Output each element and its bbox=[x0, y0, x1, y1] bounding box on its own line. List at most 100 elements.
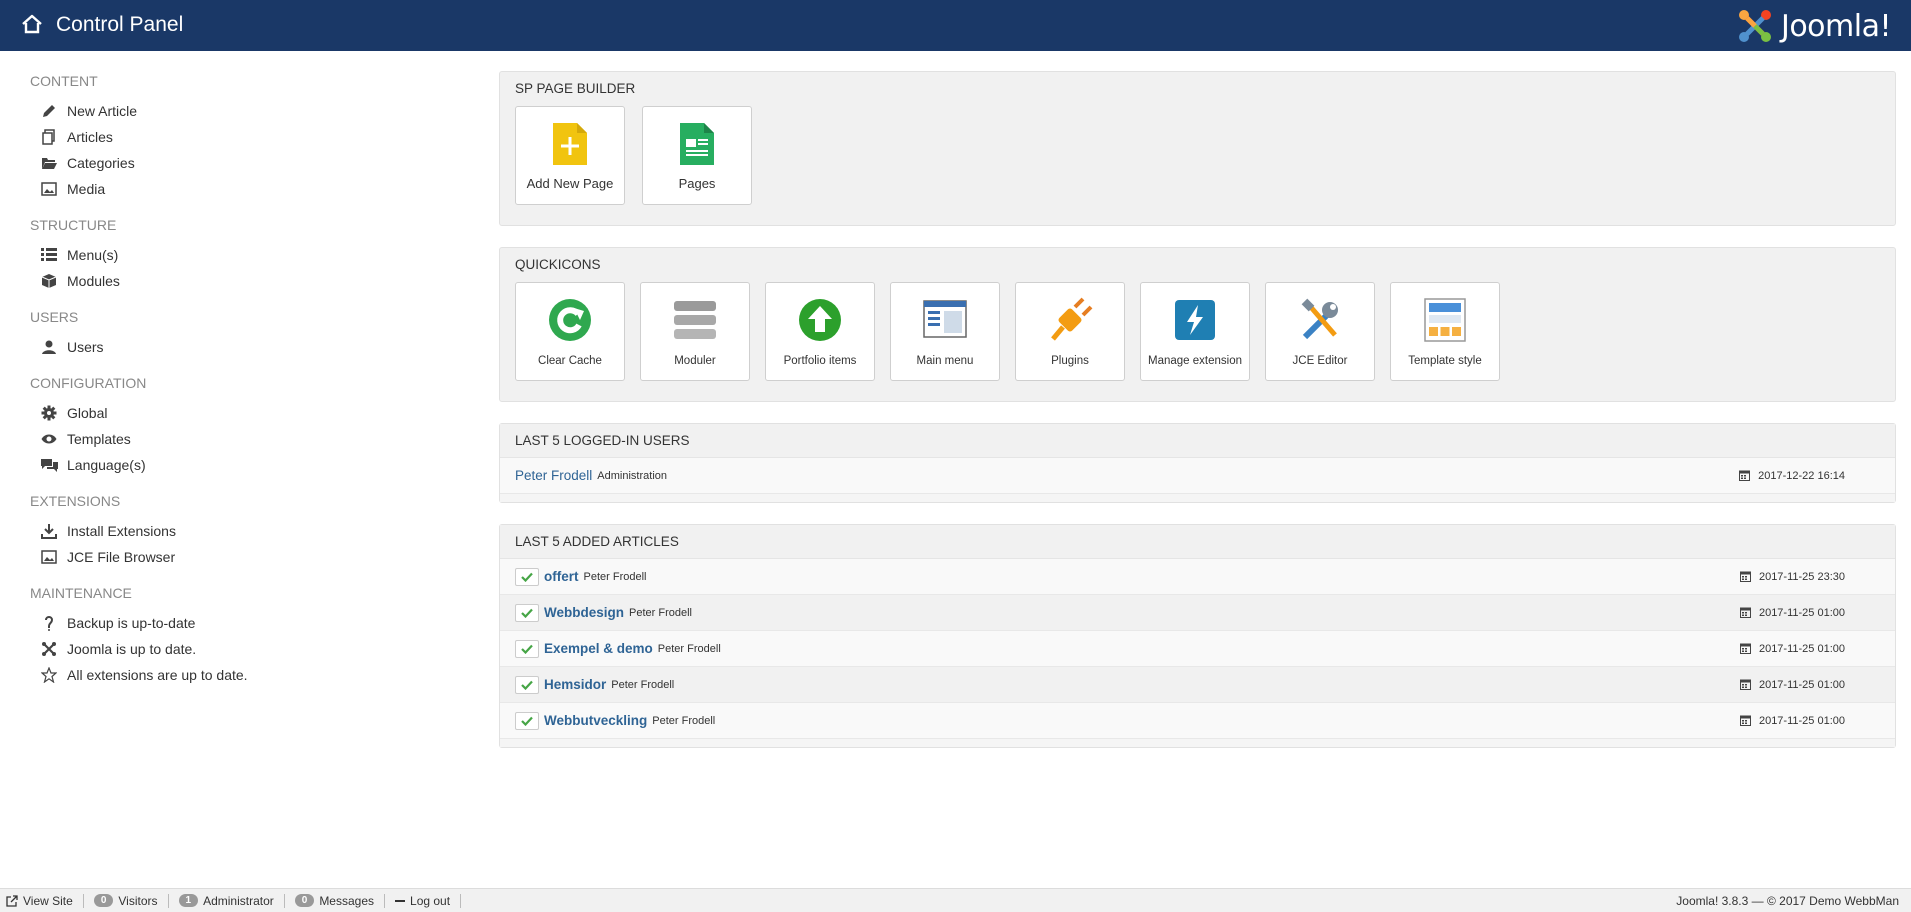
sidebar-section-title: USERS bbox=[30, 309, 79, 325]
sidebar-item-label: Global bbox=[67, 405, 108, 421]
jce-editor-button[interactable]: JCE Editor bbox=[1265, 282, 1375, 381]
sidebar-section-extensions: EXTENSIONS Install Extensions JCE File B… bbox=[30, 490, 450, 570]
user-client: Administration bbox=[597, 469, 667, 482]
date-text: 2017-11-25 01:00 bbox=[1758, 714, 1845, 727]
administrator-status[interactable]: 1 Administrator bbox=[169, 893, 285, 908]
sidebar-item-global[interactable]: Global bbox=[30, 400, 450, 426]
sidebar-item-backup[interactable]: Backup is up-to-date bbox=[30, 610, 450, 636]
login-date: 2017-12-22 16:14 bbox=[1739, 470, 1845, 482]
published-toggle[interactable] bbox=[515, 567, 539, 586]
article-date: 2017-11-25 01:00 bbox=[1739, 714, 1845, 727]
messages-label: Messages bbox=[319, 893, 375, 908]
sidebar-item-label: Joomla is up to date. bbox=[67, 641, 197, 657]
published-toggle[interactable] bbox=[515, 711, 539, 730]
article-link[interactable]: Exempel & demo bbox=[544, 641, 653, 656]
logout-link[interactable]: Log out bbox=[385, 893, 462, 908]
sidebar-item-languages[interactable]: Language(s) bbox=[30, 452, 450, 478]
manage-extension-button[interactable]: Manage extension bbox=[1140, 282, 1250, 381]
lightning-icon bbox=[1172, 297, 1218, 343]
check-icon bbox=[521, 644, 533, 654]
pages-button[interactable]: Pages bbox=[642, 106, 752, 205]
pencil-icon bbox=[40, 102, 58, 120]
sidebar: CONTENT New Article Articles Categories … bbox=[30, 70, 450, 700]
image-icon bbox=[40, 180, 58, 198]
sidebar-section-title: EXTENSIONS bbox=[30, 493, 121, 509]
sidebar-item-users[interactable]: Users bbox=[30, 334, 450, 360]
article-author: Peter Frodell bbox=[629, 606, 692, 619]
check-icon bbox=[521, 608, 533, 618]
moduler-button[interactable]: Moduler bbox=[640, 282, 750, 381]
sidebar-section-title: CONFIGURATION bbox=[30, 375, 147, 391]
view-site-link[interactable]: View Site bbox=[0, 893, 84, 908]
add-new-page-button[interactable]: Add New Page bbox=[515, 106, 625, 205]
date-text: 2017-11-25 01:00 bbox=[1758, 678, 1845, 691]
messages-count-badge: 0 bbox=[294, 894, 315, 907]
joomla-logo[interactable]: Joomla! bbox=[1735, 4, 1892, 48]
sidebar-item-label: Menu(s) bbox=[67, 247, 119, 263]
tile-label: Manage extension bbox=[1148, 355, 1242, 367]
panel-title: QUICKICONS bbox=[515, 257, 601, 272]
joomla-icon bbox=[40, 640, 58, 658]
calendar-icon bbox=[1739, 679, 1751, 690]
sidebar-item-joomla-update[interactable]: Joomla is up to date. bbox=[30, 636, 450, 662]
sidebar-item-label: JCE File Browser bbox=[67, 549, 176, 565]
published-toggle[interactable] bbox=[515, 639, 539, 658]
cube-icon bbox=[40, 272, 58, 290]
database-icon bbox=[672, 297, 718, 343]
calendar-icon bbox=[1739, 715, 1751, 726]
sidebar-item-jce-file-browser[interactable]: JCE File Browser bbox=[30, 544, 450, 570]
panel-footer bbox=[500, 494, 1895, 502]
page-title: Control Panel bbox=[56, 13, 184, 36]
visitors-status[interactable]: 0 Visitors bbox=[84, 893, 169, 908]
sidebar-item-menus[interactable]: Menu(s) bbox=[30, 242, 450, 268]
portfolio-items-button[interactable]: Portfolio items bbox=[765, 282, 875, 381]
tile-label: Main menu bbox=[916, 355, 974, 367]
article-author: Peter Frodell bbox=[657, 642, 721, 655]
date-text: 2017-11-25 01:00 bbox=[1758, 642, 1845, 655]
article-link[interactable]: offert bbox=[544, 569, 579, 584]
sidebar-item-categories[interactable]: Categories bbox=[30, 150, 450, 176]
sidebar-item-extensions-update[interactable]: All extensions are up to date. bbox=[30, 662, 450, 688]
sidebar-item-articles[interactable]: Articles bbox=[30, 124, 450, 150]
sidebar-section-configuration: CONFIGURATION Global Templates Language(… bbox=[30, 372, 450, 478]
tile-label: Template style bbox=[1408, 355, 1482, 367]
plugins-button[interactable]: Plugins bbox=[1015, 282, 1125, 381]
sidebar-item-media[interactable]: Media bbox=[30, 176, 450, 202]
sidebar-item-label: Install Extensions bbox=[67, 523, 176, 539]
messages-status[interactable]: 0 Messages bbox=[285, 893, 386, 908]
check-icon bbox=[521, 572, 533, 582]
date-text: 2017-12-22 16:14 bbox=[1758, 469, 1845, 482]
article-link[interactable]: Hemsidor bbox=[544, 677, 606, 692]
sidebar-item-label: Language(s) bbox=[67, 457, 146, 473]
table-row: Exempel & demo Peter Frodell 2017-11-25 … bbox=[500, 631, 1895, 667]
external-link-icon bbox=[6, 894, 18, 907]
sidebar-item-templates[interactable]: Templates bbox=[30, 426, 450, 452]
folder-icon bbox=[40, 154, 58, 172]
clear-cache-button[interactable]: Clear Cache bbox=[515, 282, 625, 381]
user-link[interactable]: Peter Frodell bbox=[515, 468, 592, 483]
article-date: 2017-11-25 01:00 bbox=[1739, 678, 1845, 691]
panel-title: LAST 5 LOGGED-IN USERS bbox=[500, 424, 1895, 458]
added-articles-panel: LAST 5 ADDED ARTICLES offert Peter Frode… bbox=[499, 524, 1896, 748]
published-toggle[interactable] bbox=[515, 603, 539, 622]
sidebar-item-modules[interactable]: Modules bbox=[30, 268, 450, 294]
tile-label: Add New Page bbox=[526, 176, 614, 191]
sidebar-item-new-article[interactable]: New Article bbox=[30, 98, 450, 124]
article-author: Peter Frodell bbox=[611, 678, 675, 691]
tools-icon bbox=[1297, 297, 1343, 343]
article-link[interactable]: Webbdesign bbox=[544, 605, 624, 620]
main-menu-button[interactable]: Main menu bbox=[890, 282, 1000, 381]
admin-count-badge: 1 bbox=[178, 894, 199, 907]
panel-footer bbox=[500, 739, 1895, 747]
sidebar-item-label: All extensions are up to date. bbox=[67, 667, 248, 683]
tile-label: Clear Cache bbox=[538, 355, 602, 367]
article-link[interactable]: Webbutveckling bbox=[544, 713, 647, 728]
article-author: Peter Frodell bbox=[652, 714, 716, 727]
published-toggle[interactable] bbox=[515, 675, 539, 694]
date-text: 2017-11-25 01:00 bbox=[1758, 606, 1845, 619]
panel-title: LAST 5 ADDED ARTICLES bbox=[500, 525, 1895, 559]
template-style-button[interactable]: Template style bbox=[1390, 282, 1500, 381]
check-icon bbox=[521, 716, 533, 726]
home-icon[interactable] bbox=[20, 12, 44, 36]
sidebar-item-install-extensions[interactable]: Install Extensions bbox=[30, 518, 450, 544]
